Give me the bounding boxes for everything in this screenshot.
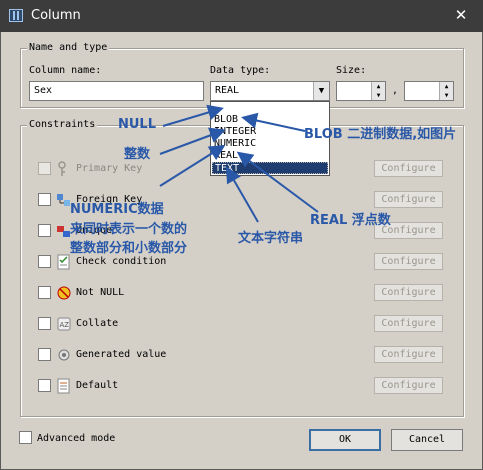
constraints-legend: Constraints [27,119,98,130]
default-configure-button[interactable]: Configure [374,377,443,394]
column-app-icon [9,9,23,22]
generated-value-label: Generated value [76,349,167,360]
size-precision-spinbox[interactable]: ▲ ▼ [336,81,386,101]
data-type-selected-value: REAL [215,85,240,96]
spin-arrows-icon[interactable]: ▲ ▼ [439,82,453,100]
generated-value-checkbox[interactable] [38,348,51,361]
annotation-text: 文本字符串 [238,231,304,246]
collate-configure-button[interactable]: Configure [374,315,443,332]
check-condition-icon [57,254,71,270]
not-null-icon [57,285,71,301]
data-type-option-highlighted[interactable]: TEXT [212,162,328,174]
primary-key-checkbox[interactable] [38,162,51,175]
collate-icon: AZ [57,316,71,332]
not-null-configure-button[interactable]: Configure [374,284,443,301]
annotation-numeric-line2: 来同时表示一个数的 [70,222,188,237]
not-null-label: Not NULL [76,287,125,298]
advanced-mode-label: Advanced mode [37,433,116,444]
key-icon [57,161,71,177]
svg-text:AZ: AZ [60,321,70,329]
annotation-null: NULL [118,117,157,132]
primary-key-configure-button[interactable]: Configure [374,160,443,177]
data-type-select[interactable]: REAL ▼ [210,81,330,101]
annotation-real: REAL 浮点数 [310,213,391,228]
window-title: Column [31,8,81,23]
generated-value-configure-button[interactable]: Configure [374,346,443,363]
check-condition-label: Check condition [76,256,167,267]
check-condition-configure-button[interactable]: Configure [374,253,443,270]
advanced-mode-checkbox[interactable] [19,431,32,444]
collate-checkbox[interactable] [38,317,51,330]
generated-value-icon [57,347,71,363]
default-checkbox[interactable] [38,379,51,392]
name-and-type-legend: Name and type [27,42,110,53]
unique-icon [57,223,71,239]
not-null-checkbox[interactable] [38,286,51,299]
default-label: Default [76,380,119,391]
primary-key-label: Primary Key [76,163,143,174]
collate-label: Collate [76,318,119,329]
default-icon [57,378,71,394]
column-name-input[interactable]: Sex [29,81,204,101]
title-bar: Column ✕ [0,0,483,32]
cancel-button[interactable]: Cancel [391,429,463,451]
foreign-key-checkbox[interactable] [38,193,51,206]
size-label: Size: [336,65,367,76]
column-name-label: Column name: [29,65,102,76]
spin-arrows-icon[interactable]: ▲ ▼ [371,82,385,100]
annotation-numeric-line3: 整数部分和小数部分 [70,241,188,256]
check-condition-checkbox[interactable] [38,255,51,268]
chevron-down-icon[interactable]: ▼ [313,82,329,100]
data-type-label: Data type: [210,65,271,76]
ok-button[interactable]: OK [309,429,381,451]
close-button[interactable]: ✕ [449,4,473,26]
unique-checkbox[interactable] [38,224,51,237]
foreign-key-icon [57,192,71,208]
size-separator: , [392,85,399,96]
foreign-key-configure-button[interactable]: Configure [374,191,443,208]
size-scale-spinbox[interactable]: ▲ ▼ [404,81,454,101]
annotation-numeric-line1: NUMERIC数据 [70,202,164,217]
annotation-blob: BLOB 二进制数据,如图片 [304,127,457,142]
data-type-option[interactable]: REAL [212,150,328,162]
annotation-integer: 整数 [124,147,151,162]
